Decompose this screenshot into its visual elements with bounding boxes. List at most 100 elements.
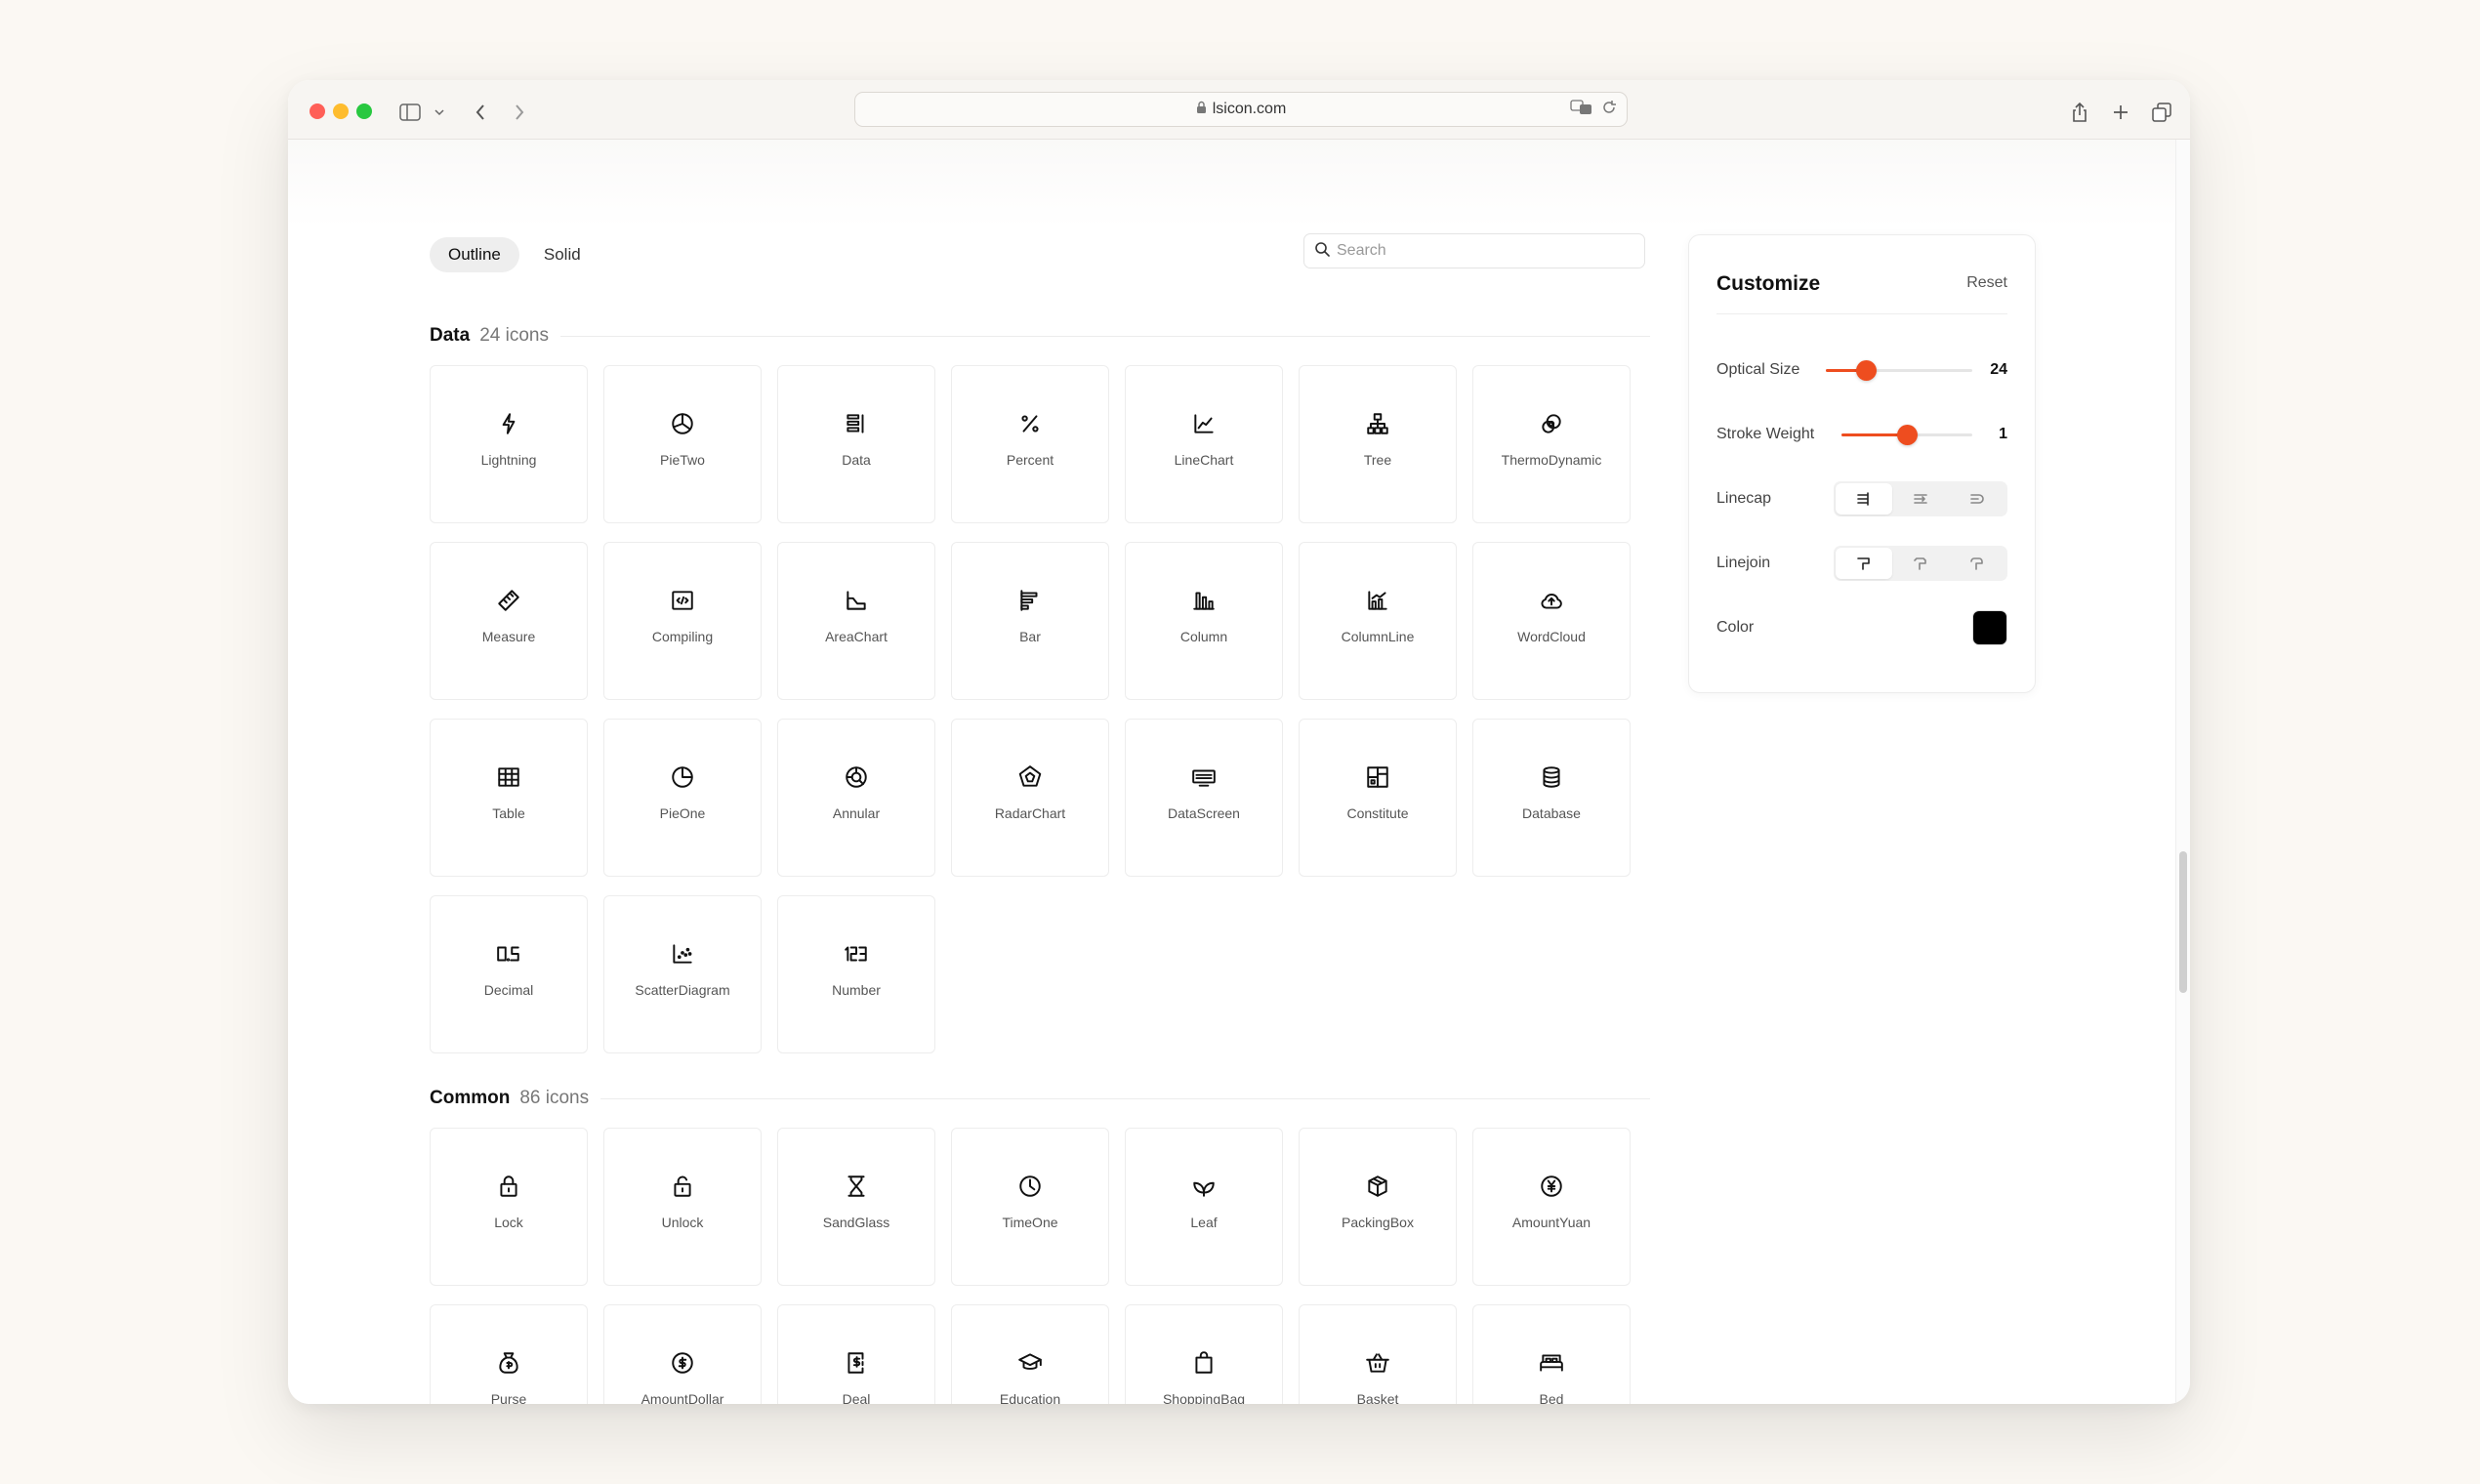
linejoin-segmented-control xyxy=(1834,546,2007,581)
back-arrow-icon[interactable] xyxy=(466,98,495,127)
decimal-icon xyxy=(496,941,521,967)
optical-size-slider[interactable] xyxy=(1826,352,1972,388)
forward-arrow-icon[interactable] xyxy=(505,98,534,127)
reload-icon[interactable] xyxy=(1601,100,1617,120)
stroke-weight-slider[interactable] xyxy=(1841,417,1972,452)
butt-cap-icon[interactable] xyxy=(1836,483,1892,515)
icon-card-thermodynamic[interactable]: ThermoDynamic xyxy=(1472,365,1631,523)
amount-yuan-icon xyxy=(1539,1174,1564,1199)
icon-card-education[interactable]: Education xyxy=(951,1304,1109,1404)
search-icon xyxy=(1314,241,1330,262)
chevron-down-icon[interactable] xyxy=(425,98,454,127)
pie-two-icon xyxy=(670,411,695,436)
miter-join-icon[interactable] xyxy=(1836,548,1892,579)
icon-grid-data: Lightning PieTwo Data Percent LineChart … xyxy=(430,365,1631,1053)
icon-card-pieone[interactable]: PieOne xyxy=(603,719,762,877)
square-cap-icon[interactable] xyxy=(1892,483,1949,515)
icon-card-label: Compiling xyxy=(651,629,714,644)
icon-card-pietwo[interactable]: PieTwo xyxy=(603,365,762,523)
amount-dollar-icon xyxy=(670,1350,695,1376)
icon-card-label: TimeOne xyxy=(1002,1215,1058,1230)
search-input[interactable] xyxy=(1335,241,1622,261)
icon-card-data[interactable]: Data xyxy=(777,365,935,523)
icon-card-annular[interactable]: Annular xyxy=(777,719,935,877)
icon-card-unlock[interactable]: Unlock xyxy=(603,1128,762,1286)
slider-knob[interactable] xyxy=(1897,424,1918,445)
icon-card-decimal[interactable]: Decimal xyxy=(430,895,588,1053)
icon-card-label: Percent xyxy=(1006,452,1054,468)
icon-card-label: Annular xyxy=(832,805,881,821)
section-title: Common xyxy=(430,1088,511,1108)
icon-card-packingbox[interactable]: PackingBox xyxy=(1299,1128,1457,1286)
icon-card-linechart[interactable]: LineChart xyxy=(1125,365,1283,523)
icon-card-lock[interactable]: Lock xyxy=(430,1128,588,1286)
icon-card-bar[interactable]: Bar xyxy=(951,542,1109,700)
sidebar-toggle-icon[interactable] xyxy=(395,98,425,127)
icon-card-datascreen[interactable]: DataScreen xyxy=(1125,719,1283,877)
bar-icon xyxy=(1017,588,1043,613)
icon-card-number[interactable]: Number xyxy=(777,895,935,1053)
icon-card-timeone[interactable]: TimeOne xyxy=(951,1128,1109,1286)
icon-card-label: AmountDollar xyxy=(641,1391,724,1404)
icon-card-amountyuan[interactable]: AmountYuan xyxy=(1472,1128,1631,1286)
icon-card-deal[interactable]: Deal xyxy=(777,1304,935,1404)
icon-card-compiling[interactable]: Compiling xyxy=(603,542,762,700)
reset-button[interactable]: Reset xyxy=(1966,274,2007,292)
round-join-icon[interactable] xyxy=(1949,548,2005,579)
packing-box-icon xyxy=(1365,1174,1390,1199)
translate-icon[interactable] xyxy=(1570,99,1593,121)
icon-card-label: Measure xyxy=(481,629,536,644)
icon-card-lightning[interactable]: Lightning xyxy=(430,365,588,523)
icon-card-database[interactable]: Database xyxy=(1472,719,1631,877)
bevel-join-icon[interactable] xyxy=(1892,548,1949,579)
scrollbar-thumb[interactable] xyxy=(2179,851,2187,993)
icon-card-constitute[interactable]: Constitute xyxy=(1299,719,1457,877)
icon-card-columnline[interactable]: ColumnLine xyxy=(1299,542,1457,700)
icon-card-label: PackingBox xyxy=(1342,1215,1414,1230)
share-icon[interactable] xyxy=(2065,98,2094,127)
round-cap-icon[interactable] xyxy=(1949,483,2005,515)
icon-card-percent[interactable]: Percent xyxy=(951,365,1109,523)
icon-card-tree[interactable]: Tree xyxy=(1299,365,1457,523)
icon-card-wordcloud[interactable]: WordCloud xyxy=(1472,542,1631,700)
icon-card-scatterdiagram[interactable]: ScatterDiagram xyxy=(603,895,762,1053)
scrollbar-track[interactable] xyxy=(2175,140,2190,1404)
tab-solid[interactable]: Solid xyxy=(525,237,599,272)
color-row: Color xyxy=(1716,610,2007,645)
icon-card-label: ShoppingBag xyxy=(1162,1391,1246,1404)
close-window-button[interactable] xyxy=(310,103,325,119)
icon-card-basket[interactable]: Basket xyxy=(1299,1304,1457,1404)
icon-card-purse[interactable]: Purse xyxy=(430,1304,588,1404)
icon-card-bed[interactable]: Bed xyxy=(1472,1304,1631,1404)
icon-card-sandglass[interactable]: SandGlass xyxy=(777,1128,935,1286)
slider-knob[interactable] xyxy=(1855,359,1877,381)
section-count: 86 icons xyxy=(519,1088,590,1108)
icon-card-areachart[interactable]: AreaChart xyxy=(777,542,935,700)
color-swatch[interactable] xyxy=(1972,610,2007,645)
icon-card-column[interactable]: Column xyxy=(1125,542,1283,700)
address-bar[interactable]: lsicon.com xyxy=(854,92,1628,127)
linecap-segmented-control xyxy=(1834,481,2007,516)
tab-overview-icon[interactable] xyxy=(2147,98,2176,127)
stroke-weight-label: Stroke Weight xyxy=(1716,426,1815,442)
tab-outline[interactable]: Outline xyxy=(430,237,519,272)
data-screen-icon xyxy=(1191,764,1217,790)
search-box[interactable] xyxy=(1303,233,1645,268)
linecap-label: Linecap xyxy=(1716,490,1772,507)
lock-icon xyxy=(1196,101,1207,119)
constitute-icon xyxy=(1365,764,1390,790)
icon-card-table[interactable]: Table xyxy=(430,719,588,877)
minimize-window-button[interactable] xyxy=(333,103,349,119)
icon-card-measure[interactable]: Measure xyxy=(430,542,588,700)
icon-card-amountdollar[interactable]: AmountDollar xyxy=(603,1304,762,1404)
icon-card-label: AreaChart xyxy=(825,629,888,644)
icon-card-leaf[interactable]: Leaf xyxy=(1125,1128,1283,1286)
deal-icon xyxy=(844,1350,869,1376)
zoom-window-button[interactable] xyxy=(356,103,372,119)
icon-card-radarchart[interactable]: RadarChart xyxy=(951,719,1109,877)
slider-track xyxy=(1826,359,1972,381)
icon-card-label: ThermoDynamic xyxy=(1501,452,1602,468)
new-tab-icon[interactable] xyxy=(2106,98,2135,127)
icon-card-shoppingbag[interactable]: ShoppingBag xyxy=(1125,1304,1283,1404)
icon-card-label: Lightning xyxy=(480,452,537,468)
